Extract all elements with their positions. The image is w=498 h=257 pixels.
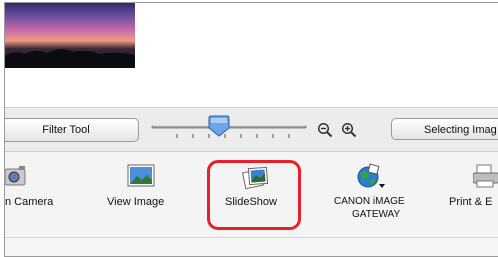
camera-icon	[5, 166, 26, 186]
tool-print-email[interactable]: Print & E	[425, 152, 498, 237]
zoom-slider[interactable]	[147, 114, 311, 148]
tool-print-email-label: Print & E	[449, 196, 493, 208]
filter-tool-label: Filter Tool	[42, 124, 90, 136]
printer-icon	[473, 164, 498, 188]
tool-palette: n Camera View Image SlideShow CANON iMAG…	[5, 152, 498, 237]
toolbar: Filter Tool Selecting Imag	[5, 108, 498, 151]
tool-view-image[interactable]: View Image	[101, 152, 181, 237]
selecting-image-button[interactable]: Selecting Imag	[391, 118, 498, 140]
tool-view-image-label: View Image	[107, 196, 165, 208]
thumbnail-area	[5, 3, 498, 107]
tool-camera-label: n Camera	[5, 196, 54, 208]
filter-tool-button[interactable]: Filter Tool	[5, 118, 139, 142]
tool-camera[interactable]: n Camera	[5, 152, 75, 237]
tool-canon-image-gateway[interactable]: CANON iMAGE GATEWAY	[321, 152, 421, 237]
slideshow-highlight	[207, 160, 301, 230]
image-thumbnail[interactable]	[5, 3, 135, 68]
zoom-in-icon[interactable]	[341, 122, 357, 138]
hills-silhouette	[5, 49, 135, 68]
canon-image-gateway-icon	[357, 163, 385, 188]
view-image-icon	[127, 164, 155, 187]
zoom-out-icon[interactable]	[317, 122, 333, 138]
app-window: Filter Tool Selecting Imag n Camera View…	[4, 2, 498, 257]
selecting-image-label: Selecting Imag	[424, 124, 497, 136]
slider-thumb	[208, 115, 230, 137]
tool-gateway-label-line2: GATEWAY	[352, 209, 401, 220]
tool-gateway-label-line1: CANON iMAGE	[334, 196, 405, 207]
status-strip	[5, 237, 498, 256]
